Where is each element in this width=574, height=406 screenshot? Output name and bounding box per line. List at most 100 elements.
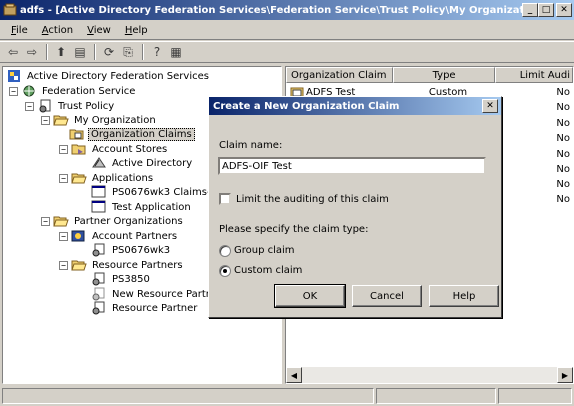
up-one-level-icon[interactable]: ⬆ xyxy=(52,43,70,61)
cancel-button[interactable]: Cancel xyxy=(352,285,422,307)
application-icon xyxy=(91,185,107,199)
limit-cell: No xyxy=(556,194,570,205)
partner-icon xyxy=(91,243,107,257)
window-title-bar[interactable]: adfs - [Active Directory Federation Serv… xyxy=(0,0,574,20)
limit-auditing-checkbox[interactable] xyxy=(219,193,231,205)
group-claim-radio[interactable] xyxy=(219,245,231,257)
dialog-close-button[interactable]: ✕ xyxy=(482,99,498,113)
column-header-limit-audit[interactable]: Limit Audi xyxy=(494,67,573,83)
toolbar-separator xyxy=(142,44,144,60)
window-title: adfs - [Active Directory Federation Serv… xyxy=(20,4,522,16)
export-list-icon[interactable]: ⎘ xyxy=(119,43,137,61)
create-organization-claim-dialog: Create a New Organization Claim ✕ Claim … xyxy=(208,96,502,318)
collapse-icon[interactable]: − xyxy=(59,260,68,270)
folder-open-icon xyxy=(53,214,69,228)
help-button[interactable]: Help xyxy=(429,285,499,307)
collapse-icon[interactable]: − xyxy=(59,173,68,183)
collapse-icon[interactable]: − xyxy=(41,115,50,125)
tree-item-ps3850[interactable]: PS3850 xyxy=(91,272,152,286)
collapse-icon[interactable]: − xyxy=(59,231,68,241)
restore-button[interactable]: □ xyxy=(538,3,554,17)
toolbar: ⇦ ⇨ ⬆ ▤ ⟳ ⎘ ? ▦ xyxy=(0,41,574,63)
menu-action[interactable]: Action xyxy=(35,25,80,36)
collapse-icon[interactable]: − xyxy=(9,86,18,96)
tree-item-label: My Organization xyxy=(74,114,156,126)
collapse-icon[interactable]: − xyxy=(41,216,50,226)
minimize-button[interactable]: _ xyxy=(522,3,538,17)
tree-item-account-stores[interactable]: − Account Stores xyxy=(59,142,169,156)
tree-item-label: Test Application xyxy=(112,201,191,213)
column-header-organization-claim[interactable]: Organization Claim xyxy=(286,67,394,83)
refresh-icon[interactable]: ⟳ xyxy=(100,43,118,61)
console-icon[interactable]: ▦ xyxy=(167,43,185,61)
partner-icon xyxy=(91,287,107,301)
status-bar xyxy=(0,386,574,406)
tree-item-adfs-root[interactable]: Active Directory Federation Services xyxy=(6,69,211,83)
folder-open-icon xyxy=(53,113,69,127)
tree-item-resource-partners[interactable]: − Resource Partners xyxy=(59,258,185,272)
tree-item-label: Federation Service xyxy=(42,85,136,97)
menu-view[interactable]: View xyxy=(80,25,118,36)
group-claim-label[interactable]: Group claim xyxy=(234,245,295,256)
limit-cell: No xyxy=(556,164,570,175)
trust-policy-icon xyxy=(37,99,53,113)
limit-cell: No xyxy=(556,133,570,144)
limit-cell: No xyxy=(556,179,570,190)
claim-type-prompt: Please specify the claim type: xyxy=(219,224,369,235)
menu-action-label: ction xyxy=(48,24,74,36)
tree-item-organization-claims[interactable]: Organization Claims xyxy=(69,127,195,141)
limit-cell: No xyxy=(556,149,570,160)
limit-cell: No xyxy=(556,102,570,113)
application-icon xyxy=(91,200,107,214)
tree-item-label: PS3850 xyxy=(112,273,150,285)
limit-auditing-label[interactable]: Limit the auditing of this claim xyxy=(236,194,389,205)
scroll-track[interactable] xyxy=(302,367,557,383)
adfs-root-icon xyxy=(6,69,22,83)
tree-item-partner-organizations[interactable]: − Partner Organizations xyxy=(41,214,185,228)
horizontal-scrollbar[interactable]: ◀ ▶ xyxy=(286,367,573,383)
tree-item-active-directory[interactable]: Active Directory xyxy=(91,156,194,170)
tree-item-label: Trust Policy xyxy=(58,100,115,112)
tree-item-resource-partner[interactable]: Resource Partner xyxy=(91,301,199,315)
column-header-type[interactable]: Type xyxy=(393,67,495,83)
folder-open-icon xyxy=(71,258,87,272)
collapse-icon[interactable]: − xyxy=(59,144,68,154)
account-partners-icon xyxy=(71,229,87,243)
close-button[interactable]: ✕ xyxy=(556,3,572,17)
custom-claim-label[interactable]: Custom claim xyxy=(234,265,302,276)
claims-icon xyxy=(69,127,85,141)
back-arrow-icon[interactable]: ⇦ xyxy=(4,43,22,61)
claim-name-input[interactable]: ADFS-OIF Test xyxy=(218,157,486,175)
menu-view-label: iew xyxy=(93,24,111,36)
tree-item-trust-policy[interactable]: − Trust Policy xyxy=(25,99,116,113)
dialog-title-bar[interactable]: Create a New Organization Claim ✕ xyxy=(209,97,501,115)
federation-service-icon xyxy=(21,84,37,98)
show-hide-tree-icon[interactable]: ▤ xyxy=(71,43,89,61)
tree-item-label: PS0676wk3 xyxy=(112,244,171,256)
claim-name-label: Claim name: xyxy=(219,140,283,151)
forward-arrow-icon[interactable]: ⇨ xyxy=(23,43,41,61)
tree-item-label: Resource Partner xyxy=(112,302,198,314)
status-cell-3 xyxy=(498,388,572,404)
custom-claim-radio[interactable] xyxy=(219,265,231,277)
scroll-right-icon[interactable]: ▶ xyxy=(557,367,573,383)
tree-item-applications[interactable]: − Applications xyxy=(59,171,155,185)
tree-item-federation-service[interactable]: − Federation Service xyxy=(9,84,137,98)
dialog-title: Create a New Organization Claim xyxy=(213,100,400,112)
tree-item-account-partners[interactable]: − Account Partners xyxy=(59,229,179,243)
folder-open-icon xyxy=(71,171,87,185)
menu-file[interactable]: File xyxy=(4,25,35,36)
list-header: Organization Claim Type Limit Audi xyxy=(286,67,573,83)
tree-item-ps0676wk3[interactable]: PS0676wk3 xyxy=(91,243,172,257)
ok-button[interactable]: OK xyxy=(274,284,346,308)
tree-item-my-organization[interactable]: − My Organization xyxy=(41,113,158,127)
help-icon[interactable]: ? xyxy=(148,43,166,61)
tree-item-label: Organization Claims xyxy=(88,127,195,141)
partner-icon xyxy=(91,301,107,315)
tree-item-new-resource-partner[interactable]: New Resource Partner xyxy=(91,287,224,301)
menu-help[interactable]: Help xyxy=(118,25,155,36)
tree-item-test-application[interactable]: Test Application xyxy=(91,200,193,214)
scroll-left-icon[interactable]: ◀ xyxy=(286,367,302,383)
collapse-icon[interactable]: − xyxy=(25,101,34,111)
partner-icon xyxy=(91,272,107,286)
